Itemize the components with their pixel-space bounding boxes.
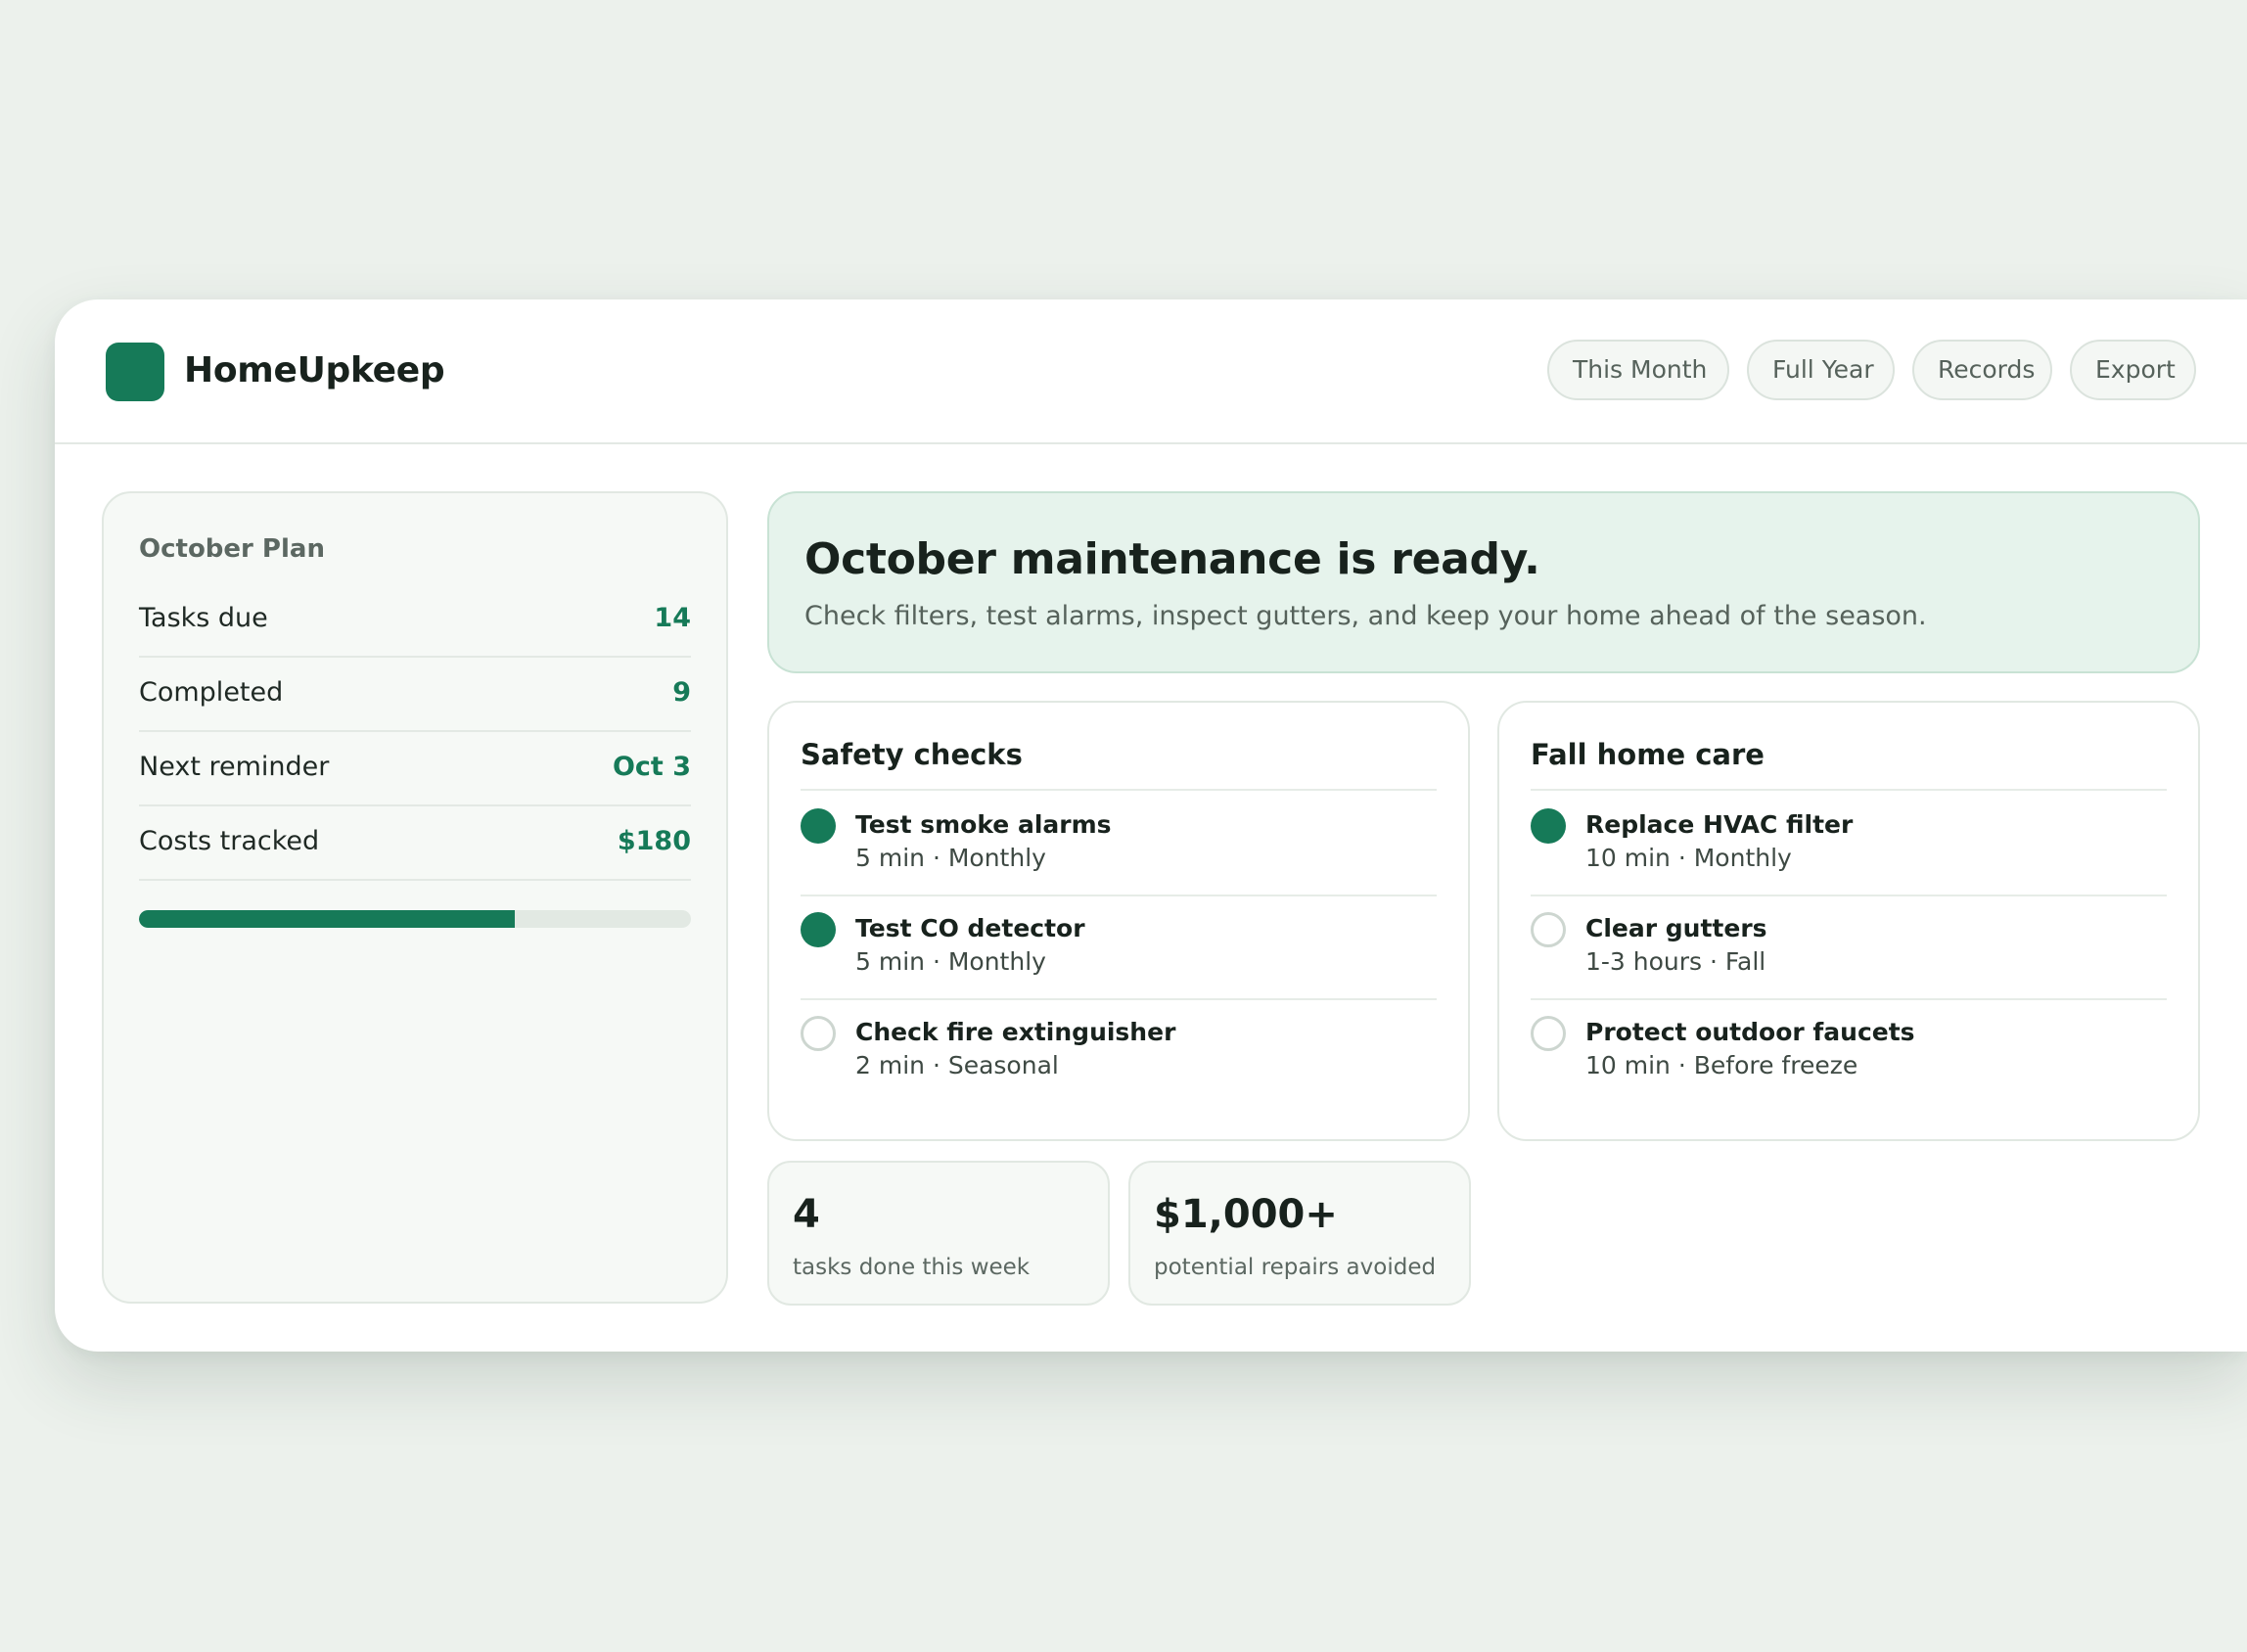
task-name: Clear gutters: [1585, 914, 1767, 942]
plan-row-label: Costs tracked: [139, 826, 320, 856]
hero-banner: October maintenance is ready. Check filt…: [767, 491, 2200, 673]
plan-row-value: $180: [617, 826, 691, 856]
task-item[interactable]: Clear gutters 1-3 hours · Fall: [1531, 895, 2167, 1000]
nav-this-month-button[interactable]: This Month: [1547, 340, 1729, 400]
plan-row-value: Oct 3: [612, 752, 691, 782]
hero-subtitle: Check filters, test alarms, inspect gutt…: [804, 601, 1927, 631]
task-checkbox[interactable]: [1531, 912, 1566, 947]
task-checkbox[interactable]: [801, 1016, 836, 1051]
plan-row-completed: Completed 9: [139, 656, 691, 732]
plan-row-label: Next reminder: [139, 752, 330, 782]
task-meta: 1-3 hours · Fall: [1585, 947, 1766, 976]
plan-row-value: 9: [672, 677, 691, 708]
stat-label: potential repairs avoided: [1154, 1255, 1437, 1280]
app-window: HomeUpkeep This Month Full Year Records …: [55, 299, 2247, 1352]
stat-value: 4: [793, 1192, 820, 1237]
task-meta: 10 min · Monthly: [1585, 844, 1792, 872]
plan-title: October Plan: [139, 534, 325, 564]
plan-row-value: 14: [654, 603, 691, 633]
plan-row-next-reminder: Next reminder Oct 3: [139, 730, 691, 806]
fall-home-care-card: Fall home care Replace HVAC filter 10 mi…: [1497, 701, 2200, 1141]
task-item[interactable]: Check fire extinguisher 2 min · Seasonal: [801, 998, 1437, 1102]
stat-value: $1,000+: [1154, 1192, 1338, 1237]
progress-fill: [139, 910, 515, 928]
task-name: Check fire extinguisher: [855, 1018, 1176, 1046]
nav-export-button[interactable]: Export: [2070, 340, 2196, 400]
task-checkbox[interactable]: [1531, 1016, 1566, 1051]
card-title: Fall home care: [1531, 738, 1765, 771]
stat-label: tasks done this week: [793, 1255, 1031, 1280]
task-item[interactable]: Replace HVAC filter 10 min · Monthly: [1531, 791, 2167, 896]
task-meta: 2 min · Seasonal: [855, 1051, 1059, 1079]
safety-checks-card: Safety checks Test smoke alarms 5 min · …: [767, 701, 1470, 1141]
plan-progress-bar: [139, 910, 691, 928]
task-item[interactable]: Test smoke alarms 5 min · Monthly: [801, 791, 1437, 896]
brand-name: HomeUpkeep: [184, 350, 445, 390]
nav-records-button[interactable]: Records: [1912, 340, 2052, 400]
task-meta: 5 min · Monthly: [855, 844, 1046, 872]
task-checkbox[interactable]: [801, 912, 836, 947]
task-name: Replace HVAC filter: [1585, 810, 1854, 839]
task-name: Test CO detector: [855, 914, 1085, 942]
logo-icon: [106, 343, 164, 401]
task-checkbox[interactable]: [801, 808, 836, 844]
task-meta: 5 min · Monthly: [855, 947, 1046, 976]
task-name: Test smoke alarms: [855, 810, 1112, 839]
task-item[interactable]: Test CO detector 5 min · Monthly: [801, 895, 1437, 1000]
task-item[interactable]: Protect outdoor faucets 10 min · Before …: [1531, 998, 2167, 1102]
task-meta: 10 min · Before freeze: [1585, 1051, 1858, 1079]
top-nav: This Month Full Year Records Export: [1547, 340, 2196, 400]
plan-row-tasks-due: Tasks due 14: [139, 581, 691, 658]
stat-card-repairs-avoided: $1,000+ potential repairs avoided: [1128, 1161, 1471, 1306]
task-checkbox[interactable]: [1531, 808, 1566, 844]
hero-title: October maintenance is ready.: [804, 534, 1540, 584]
card-title: Safety checks: [801, 738, 1023, 771]
plan-row-label: Tasks due: [139, 603, 268, 633]
plan-row-label: Completed: [139, 677, 284, 708]
plan-row-costs-tracked: Costs tracked $180: [139, 804, 691, 881]
task-name: Protect outdoor faucets: [1585, 1018, 1915, 1046]
stat-card-tasks-done: 4 tasks done this week: [767, 1161, 1110, 1306]
nav-full-year-button[interactable]: Full Year: [1747, 340, 1895, 400]
plan-panel: October Plan Tasks due 14 Completed 9 Ne…: [102, 491, 728, 1304]
header: HomeUpkeep This Month Full Year Records …: [55, 299, 2247, 444]
